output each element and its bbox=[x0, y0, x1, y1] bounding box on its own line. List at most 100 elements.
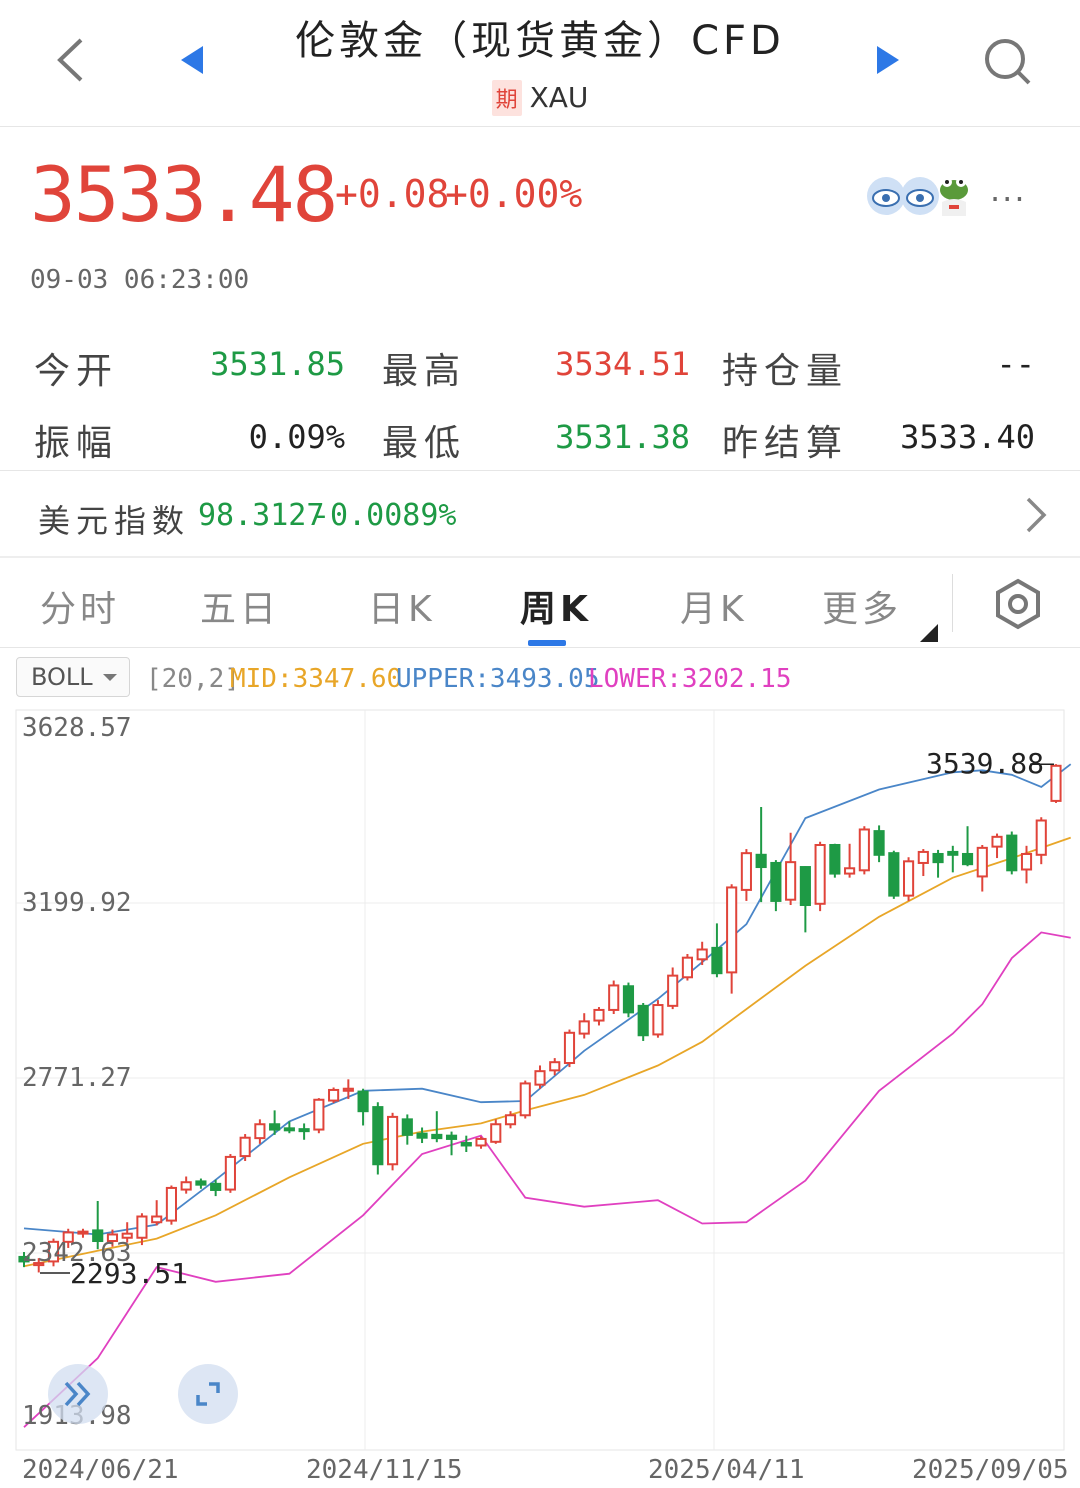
double-chevron-right-icon bbox=[64, 1381, 91, 1407]
tab-weekly-k[interactable]: 周K bbox=[520, 580, 592, 632]
x-tick-label: 2024/06/21 bbox=[22, 1455, 179, 1485]
quote-time: 09-03 06:23:00 bbox=[30, 265, 250, 295]
candle-down bbox=[195, 1180, 207, 1186]
triangle-right-icon bbox=[877, 46, 899, 74]
candle-up bbox=[1035, 819, 1047, 856]
candle-up bbox=[652, 1004, 664, 1036]
candle-up bbox=[387, 1115, 399, 1166]
header-divider bbox=[0, 126, 1080, 127]
candle-down bbox=[637, 1004, 649, 1037]
y-tick-label: 3199.92 bbox=[22, 888, 132, 918]
fullscreen-button[interactable] bbox=[178, 1364, 238, 1424]
x-tick-label: 2025/09/05 bbox=[912, 1455, 1069, 1485]
candle-down bbox=[445, 1134, 458, 1140]
candle-down bbox=[401, 1118, 413, 1136]
candle-up bbox=[1020, 852, 1033, 871]
candle-up bbox=[844, 867, 856, 875]
boll-mid: MID:3347.60 bbox=[230, 664, 403, 694]
corner-triangle-icon bbox=[920, 624, 938, 642]
candle-down bbox=[873, 830, 885, 856]
tab-intraday[interactable]: 分时 bbox=[40, 580, 120, 632]
candle-up bbox=[534, 1070, 546, 1086]
dxy-label: 美元指数 bbox=[38, 502, 191, 540]
y-tick-label: 3628.57 bbox=[22, 713, 132, 743]
candle-up bbox=[563, 1031, 576, 1065]
candle-down bbox=[357, 1090, 369, 1113]
tab-more[interactable]: 更多 bbox=[822, 580, 902, 632]
candle-up bbox=[313, 1098, 325, 1131]
candle-up bbox=[667, 974, 679, 1007]
candle-up bbox=[519, 1082, 531, 1117]
indicator-select[interactable]: BOLL bbox=[16, 657, 130, 697]
candle-up bbox=[976, 846, 988, 878]
candle-up bbox=[165, 1186, 177, 1222]
tab-daily-k[interactable]: 日K bbox=[368, 580, 436, 632]
candle-up bbox=[475, 1137, 487, 1147]
candle-up bbox=[593, 1008, 605, 1022]
price-change-pct: +0.00% bbox=[445, 172, 583, 216]
stat-label: 振幅 bbox=[34, 423, 119, 464]
candle-up bbox=[224, 1155, 236, 1191]
candle-up bbox=[504, 1114, 517, 1126]
candle-down bbox=[947, 850, 959, 856]
candle-down bbox=[431, 1133, 443, 1140]
boll-lower: LOWER:3202.15 bbox=[588, 664, 792, 694]
stats-divider bbox=[0, 470, 1080, 471]
next-symbol-button[interactable] bbox=[866, 38, 910, 82]
symbol-code: XAU bbox=[529, 81, 589, 114]
candle-up bbox=[991, 835, 1003, 848]
candle-up bbox=[814, 843, 826, 905]
candle-up bbox=[342, 1087, 354, 1092]
settings-hexagon-icon bbox=[996, 578, 1040, 630]
tab-separator bbox=[952, 574, 953, 632]
kline-chart[interactable]: 3628.573199.922771.272342.631913.982024/… bbox=[0, 700, 1080, 1488]
chart-settings-button[interactable] bbox=[990, 574, 1046, 634]
stat-label: 持仓量 bbox=[722, 351, 849, 392]
tab-monthly-k[interactable]: 月K bbox=[680, 580, 748, 632]
search-button[interactable] bbox=[976, 30, 1040, 94]
candle-up bbox=[239, 1136, 251, 1158]
max-price-label: 3539.88 bbox=[926, 747, 1044, 780]
candle-down bbox=[711, 946, 723, 975]
candle-up bbox=[254, 1123, 266, 1140]
more-options-button[interactable]: ··· bbox=[990, 180, 1027, 218]
candle-up bbox=[740, 852, 752, 891]
frog-avatar-icon bbox=[940, 177, 968, 216]
expand-left-button[interactable] bbox=[48, 1364, 108, 1424]
stat-value: 3531.85 bbox=[210, 345, 345, 383]
candle-up bbox=[696, 948, 708, 961]
page-title: 伦敦金（现货黄金）CFD bbox=[295, 18, 785, 64]
last-price: 3533.48 bbox=[30, 150, 338, 239]
futures-badge: 期 bbox=[491, 80, 522, 116]
candle-up bbox=[608, 984, 620, 1011]
candle-up bbox=[77, 1230, 89, 1235]
min-price-label: 2293.51 bbox=[70, 1257, 188, 1290]
y-tick-label: 2771.27 bbox=[22, 1063, 132, 1093]
boll-mid-line bbox=[23, 836, 1071, 1268]
stat-value: 3531.38 bbox=[555, 418, 690, 456]
candle-down bbox=[622, 985, 635, 1014]
candle-up bbox=[151, 1215, 163, 1224]
indicator-select-value: BOLL bbox=[31, 663, 93, 691]
dxy-divider bbox=[0, 556, 1080, 558]
candle-down bbox=[210, 1182, 222, 1191]
candle-down bbox=[1006, 834, 1018, 872]
stat-label: 今开 bbox=[34, 351, 119, 392]
candle-down bbox=[460, 1142, 472, 1147]
candle-up bbox=[681, 956, 693, 979]
boll-upper: UPPER:3493.05 bbox=[396, 664, 600, 694]
tab-five-day[interactable]: 五日 bbox=[200, 580, 280, 632]
candle-down bbox=[372, 1106, 384, 1166]
candle-up bbox=[578, 1020, 590, 1035]
candle-up bbox=[858, 828, 870, 872]
candle-down bbox=[799, 866, 811, 907]
candle-down bbox=[961, 852, 974, 866]
candle-up bbox=[490, 1123, 502, 1143]
candle-down bbox=[932, 852, 944, 864]
candle-up bbox=[785, 861, 797, 901]
stat-value: 3534.51 bbox=[555, 345, 690, 383]
follower-avatars[interactable] bbox=[866, 176, 976, 220]
candle-up bbox=[136, 1215, 148, 1239]
candle-up bbox=[549, 1061, 561, 1072]
chevron-right-icon bbox=[1026, 497, 1047, 533]
